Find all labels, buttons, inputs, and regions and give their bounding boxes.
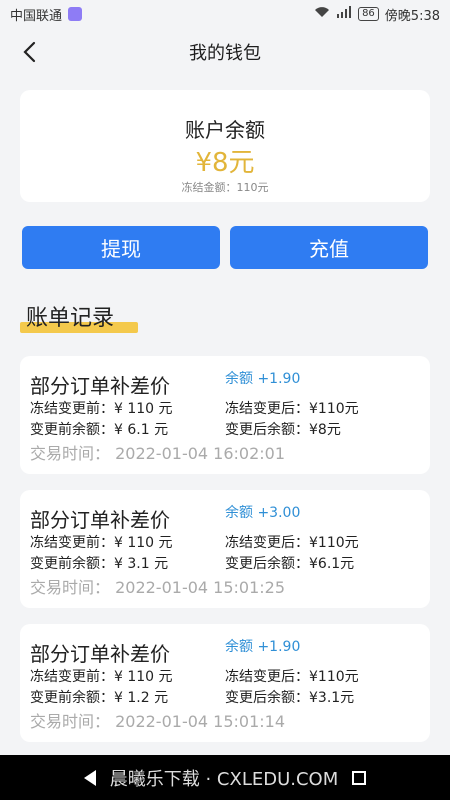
nav-recent-icon[interactable] [352,770,367,785]
back-button[interactable] [14,36,46,68]
record-item[interactable]: 部分订单补差价 余额 +1.90 冻结变更前：¥ 110 元 冻结变更后：¥11… [20,624,430,742]
record-frozen-before: 冻结变更前：¥ 110 元 [30,401,173,417]
chevron-left-icon [23,41,36,63]
record-title: 部分订单补差价 [30,642,170,666]
page-title: 我的钱包 [189,43,261,64]
balance-title: 账户余额 [185,118,265,142]
signal-icon [336,6,352,22]
record-time: 交易时间： 2022-01-04 15:01:14 [30,712,286,731]
app-notification-icon [68,7,83,21]
record-change: 余额 +1.90 [225,371,301,387]
watermark-text: 晨曦乐下载 · CXLEDU.COM [109,768,339,790]
recharge-button[interactable]: 充值 [230,226,428,269]
status-bar: 中国联通 86 傍晚5:38 [0,0,450,28]
record-item[interactable]: 部分订单补差价 余额 +1.90 冻结变更前：¥ 110 元 冻结变更后：¥11… [20,356,430,474]
status-right: 86 傍晚5:38 [314,5,440,24]
record-frozen-before: 冻结变更前：¥ 110 元 [30,535,173,551]
record-balance-before: 变更前余额：¥ 3.1 元 [30,556,169,572]
balance-card: 账户余额 ¥8元 冻结金额：110元 [20,90,430,202]
record-balance-after: 变更后余额：¥6.1元 [225,556,355,572]
record-frozen-before: 冻结变更前：¥ 110 元 [30,669,173,685]
record-balance-before: 变更前余额：¥ 1.2 元 [30,690,169,706]
record-title: 部分订单补差价 [30,374,170,398]
withdraw-button[interactable]: 提现 [22,226,220,269]
status-time: 傍晚5:38 [384,8,440,24]
record-frozen-after: 冻结变更后：¥110元 [225,535,359,551]
record-frozen-after: 冻结变更后：¥110元 [225,401,359,417]
record-balance-after: 变更后余额：¥8元 [225,422,341,438]
nav-bar: 晨曦乐下载 · CXLEDU.COM [0,755,450,800]
record-change: 余额 +1.90 [225,639,301,655]
record-time: 交易时间： 2022-01-04 15:01:25 [30,578,286,597]
wifi-icon [314,6,330,22]
record-time: 交易时间： 2022-01-04 16:02:01 [30,444,286,463]
record-balance-after: 变更后余额：¥3.1元 [225,690,355,706]
status-left: 中国联通 [10,5,83,24]
section-title: 账单记录 [26,306,115,331]
nav-back-icon[interactable] [83,769,96,786]
balance-amount: ¥8元 [195,148,255,178]
battery-icon: 86 [358,7,379,21]
record-balance-before: 变更前余额：¥ 6.1 元 [30,422,169,438]
carrier-label: 中国联通 [10,8,63,24]
frozen-amount: 冻结金额：110元 [181,181,269,194]
record-frozen-after: 冻结变更后：¥110元 [225,669,359,685]
record-title: 部分订单补差价 [30,508,170,532]
header: 我的钱包 [0,28,450,76]
record-change: 余额 +3.00 [225,505,301,521]
record-item[interactable]: 部分订单补差价 余额 +3.00 冻结变更前：¥ 110 元 冻结变更后：¥11… [20,490,430,608]
section-header: 账单记录 [20,300,140,336]
